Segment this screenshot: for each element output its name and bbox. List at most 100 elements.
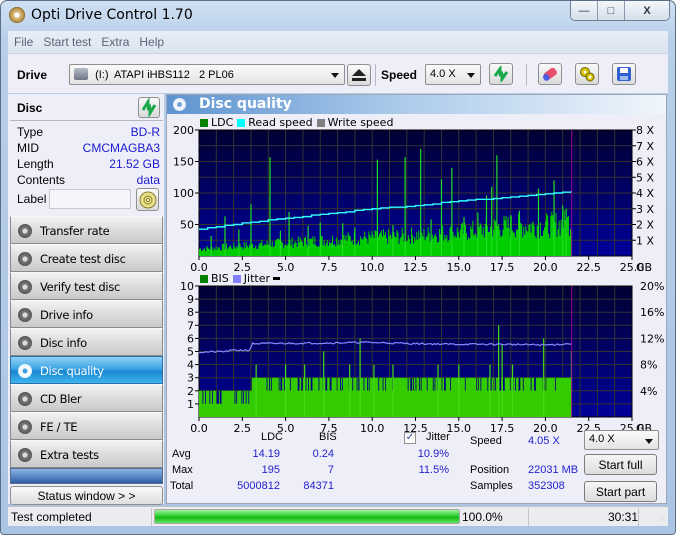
status-window-button[interactable]: Status window > > (10, 486, 163, 505)
save-icon (617, 67, 631, 81)
y-tick-label: 1 (187, 398, 194, 411)
disc-type-key: Type (17, 125, 44, 139)
y-tick-label: 8 (187, 306, 194, 319)
jitter-checkbox[interactable]: ✓ (404, 432, 416, 444)
stats-total-bis: 84371 (303, 480, 334, 492)
status-bar: Test completed 100.0% 30:31 ∴ (8, 506, 668, 526)
samples-label: Samples (470, 480, 513, 492)
menu-start-test[interactable]: Start test (43, 35, 91, 49)
y-right-tick-label: 4% (640, 385, 657, 398)
y-tick-label: 6 (187, 332, 194, 345)
disc-type-row: Type BD-R (17, 125, 160, 141)
y-tick-label: 9 (187, 293, 194, 306)
disc-info-icon (18, 336, 32, 350)
y-right-tick-label: 4 X (636, 187, 654, 200)
stats-max-label: Max (172, 464, 193, 476)
disc-label-key: Label (17, 192, 47, 206)
erase-icon (543, 67, 557, 81)
save-button[interactable] (612, 63, 636, 85)
toolbar-separator (526, 64, 527, 86)
sidebar-item-extra-tests[interactable]: Extra tests (10, 440, 163, 468)
y-tick-label: 2 (187, 385, 194, 398)
eject-button[interactable] (347, 64, 371, 86)
y-tick-label: 5 (187, 346, 194, 359)
disc-label-input[interactable] (49, 189, 131, 209)
x-tick-label: 22.5 (576, 261, 601, 274)
speed-label: Speed (381, 68, 418, 82)
disc-title: Disc (17, 101, 43, 115)
start-full-button[interactable]: Start full (584, 454, 657, 475)
y-right-tick-label: 5 X (636, 171, 654, 184)
speed-select[interactable]: 4.0 X (425, 64, 481, 85)
sidebar-item-create-test-disc[interactable]: Create test disc (10, 244, 163, 272)
refresh-icon (493, 66, 509, 82)
y-right-tick-label: 16% (640, 306, 664, 319)
y-tick-label: 50 (180, 219, 194, 232)
sidebar-item-drive-info[interactable]: Drive info (10, 300, 163, 328)
disc-label-button[interactable] (136, 188, 159, 211)
test-speed-select[interactable]: 4.0 X (584, 430, 659, 450)
x-tick-label: 0.0 (190, 422, 208, 435)
sidebar-item-disc-quality[interactable]: Disc quality (10, 356, 163, 384)
maximize-icon: □ (607, 4, 615, 17)
x-tick-label: 10.0 (360, 422, 385, 435)
y-right-tick-label: 8% (640, 359, 657, 372)
refresh-button[interactable] (489, 63, 513, 85)
toolbar-separator (375, 64, 376, 86)
sidebar-nav: Transfer rate Create test disc Verify te… (10, 216, 163, 484)
bis-jitter-chart: 123456789104%8%12%16%20%0.0 2.5 5.0 7.5 10.0… (180, 280, 664, 435)
charts-canvas: 50 100 150 200 1 X 2 X 3 X 4 X 5 X 6 X 7 X 8 X 0.0 2.… (173, 124, 664, 435)
menu-file[interactable]: File (14, 35, 33, 49)
y-right-tick-label: 1 X (636, 234, 654, 247)
chevron-down-icon (645, 439, 653, 444)
x-tick-label: 0.0 (190, 261, 208, 274)
start-part-button[interactable]: Start part (584, 481, 657, 502)
sidebar-item-label: Drive info (40, 308, 93, 322)
erase-button[interactable] (538, 63, 562, 85)
x-tick-label: 5.0 (277, 261, 295, 274)
status-divider (151, 508, 152, 526)
disc-mid-value: CMCMAGBA3 (82, 141, 160, 155)
sidebar-item-label: FE / TE (40, 420, 78, 434)
sidebar-item-label: Create test disc (40, 252, 126, 266)
settings-icon (580, 67, 595, 82)
disc-length-value: 21.52 GB (109, 157, 160, 171)
x-tick-label: 12.5 (403, 261, 428, 274)
maximize-button[interactable]: □ (598, 1, 625, 20)
sidebar-nav-filler (10, 468, 163, 484)
sidebar-item-label: Transfer rate (40, 224, 110, 238)
y-right-tick-label: 6 X (636, 156, 654, 169)
transfer-rate-icon (18, 224, 32, 238)
sidebar-item-fe-te[interactable]: FE / TE (10, 412, 163, 440)
y-right-tick-label: 8 X (636, 124, 654, 137)
menu-extra[interactable]: Extra (101, 35, 129, 49)
drive-select[interactable]: (I:) ATAPI iHBS112 2 PL06 (69, 64, 345, 85)
x-tick-label: 7.5 (320, 261, 338, 274)
drive-value: (I:) ATAPI iHBS112 2 PL06 (95, 69, 234, 81)
disc-refresh-button[interactable] (138, 96, 160, 119)
resize-grip-icon[interactable]: ∴ (661, 515, 665, 523)
menu-help[interactable]: Help (139, 35, 164, 49)
progress-label: 100.0% (462, 510, 503, 524)
sidebar-item-disc-info[interactable]: Disc info (10, 328, 163, 356)
refresh-icon (141, 96, 157, 119)
x-tick-label: 15.0 (447, 422, 472, 435)
sidebar-item-transfer-rate[interactable]: Transfer rate (10, 216, 163, 244)
cd-bler-icon (18, 392, 32, 406)
minimize-button[interactable]: — (571, 1, 598, 20)
eject-icon (352, 69, 366, 81)
disc-contents-row: Contents data (17, 173, 160, 189)
sidebar-item-cd-bler[interactable]: CD Bler (10, 384, 163, 412)
x-axis-unit: GB (636, 261, 652, 274)
verify-test-disc-icon (18, 280, 32, 294)
settings-button[interactable] (575, 63, 599, 85)
sidebar-item-label: CD Bler (40, 392, 82, 406)
sidebar-item-verify-test-disc[interactable]: Verify test disc (10, 272, 163, 300)
caption-buttons: — □ X (570, 1, 670, 21)
speed-label: Speed (470, 435, 502, 447)
stats-avg-jitter: 10.9% (417, 448, 449, 460)
sidebar: Disc Type BD-R MID CMCMAGBA3 Length 21.5… (8, 94, 164, 505)
drive-info-icon (18, 308, 32, 322)
close-button[interactable]: X (625, 1, 669, 20)
y-tick-label: 7 (187, 319, 194, 332)
